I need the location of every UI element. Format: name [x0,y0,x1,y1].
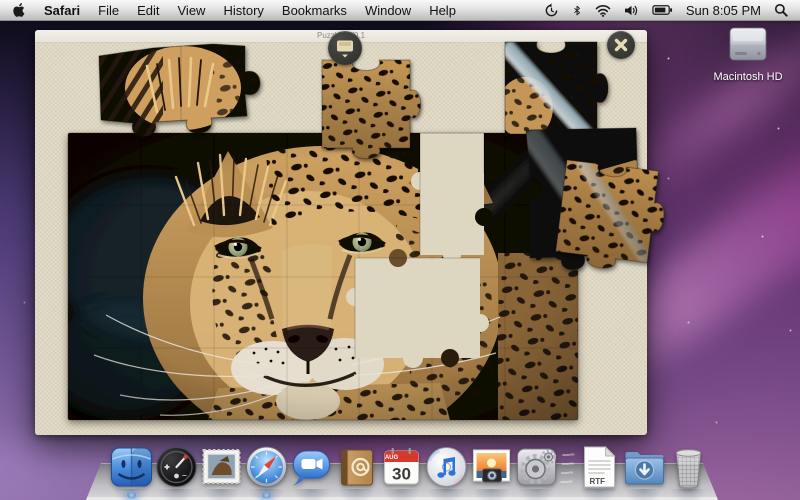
dock-icon-ical[interactable]: AUG 30 [380,445,424,500]
bluetooth-icon[interactable] [572,3,582,18]
running-indicator [126,493,137,498]
menu-edit[interactable]: Edit [137,3,159,18]
menu-help[interactable]: Help [429,3,456,18]
running-indicator [261,493,272,498]
menu-clock[interactable]: Sun 8:05 PM [686,3,761,18]
ical-month: AUG [385,455,399,461]
dock-icon-downloads-folder[interactable] [622,445,666,500]
puzzle-window: PuzzleX V0.1 [35,30,670,435]
monitor-icon [337,40,353,58]
dock-separator [560,447,575,489]
battery-icon[interactable] [652,4,673,16]
close-x-icon [614,38,628,52]
spotlight-search-icon[interactable] [774,3,788,17]
dock-icon-iphoto[interactable] [470,445,514,500]
hard-drive-icon [729,27,767,61]
menu-bookmarks[interactable]: Bookmarks [282,3,347,18]
dock-icon-address-book[interactable] [335,445,379,500]
wifi-icon[interactable] [595,4,611,17]
desktop-icon-label: Macintosh HD [713,71,783,83]
desktop: Safari File Edit View History Bookmarks … [0,0,800,500]
puzzle-photo[interactable] [48,132,583,450]
dock-icon-trash[interactable] [667,445,711,500]
dock-icon-mail[interactable] [200,445,244,500]
rtf-label: RTF [590,477,606,486]
apple-menu[interactable] [12,2,26,18]
volume-icon[interactable] [624,4,639,17]
missing-piece-hole-mid [346,249,489,368]
dock-icon-safari[interactable] [245,445,289,500]
close-button[interactable] [607,31,635,59]
dock-items: AUG 30 RTF [110,445,711,500]
menu-history[interactable]: History [223,3,263,18]
dock: AUG 30 RTF [0,428,800,500]
menu-app-name[interactable]: Safari [44,3,80,18]
dock-icon-finder[interactable] [110,445,154,500]
menu-view[interactable]: View [178,3,206,18]
dock-icon-dashboard[interactable] [155,445,199,500]
dock-icon-ichat[interactable] [290,445,334,500]
menu-window[interactable]: Window [365,3,411,18]
preview-button[interactable] [328,31,362,65]
dock-icon-itunes[interactable] [425,445,469,500]
desktop-icon-macintosh-hd[interactable]: Macintosh HD [700,26,796,83]
dock-icon-rtf-document[interactable]: RTF [577,445,621,500]
menu-bar-status-area: Sun 8:05 PM [544,3,800,18]
dock-icon-system-preferences[interactable] [515,445,559,500]
menu-bar: Safari File Edit View History Bookmarks … [0,0,800,21]
menu-file[interactable]: File [98,3,119,18]
time-machine-icon[interactable] [544,2,559,18]
apple-logo-icon [13,3,25,17]
missing-piece-hole-top [411,133,493,264]
ical-date: 30 [392,465,411,484]
puzzle-board [67,41,670,421]
